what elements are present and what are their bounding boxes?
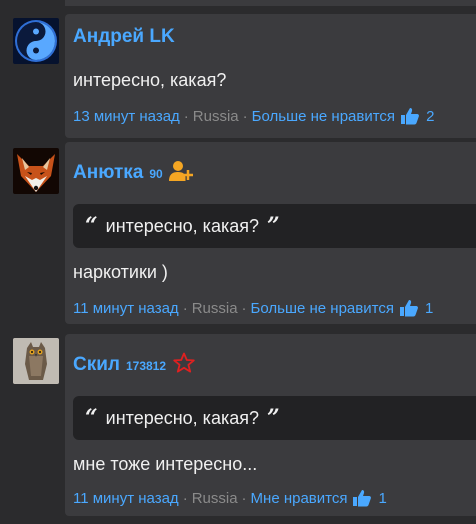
like-toggle-link[interactable]: Больше не нравится [252, 108, 395, 125]
author-score: 173812 [125, 359, 167, 373]
author-score: 90 [149, 167, 163, 181]
like-count: 2 [426, 107, 435, 125]
comment-card: Анютка 90 “ интересно, какая? ” наркотик… [65, 142, 476, 324]
comment-card: Скил 173812 “ интересно, какая? ” мне то… [65, 334, 476, 516]
timestamp-link[interactable]: 13 минут назад [73, 108, 180, 125]
separator: · [182, 299, 188, 317]
comment-meta: 11 минут назад · Russia · Больше не нрав… [73, 299, 433, 317]
quote-text: интересно, какая? [105, 407, 259, 428]
open-quote-icon: “ [85, 405, 98, 431]
comment-text: интересно, какая? [73, 70, 227, 90]
fox-icon [13, 148, 59, 194]
quoted-comment: “ интересно, какая? ” [73, 396, 476, 440]
comment-card: Андрей LK интересно, какая? 13 минут наз… [65, 14, 476, 138]
like-count: 1 [378, 489, 387, 507]
separator: · [182, 489, 188, 507]
separator: · [241, 299, 247, 317]
avatar[interactable] [13, 338, 59, 384]
country-label: Russia [191, 489, 238, 507]
like-count: 1 [424, 299, 434, 317]
avatar[interactable] [13, 18, 59, 64]
quoted-comment: “ интересно, какая? ” [73, 204, 476, 248]
comment-text: мне тоже интересно... [73, 454, 258, 474]
thumbs-up-icon[interactable] [399, 299, 419, 317]
author-name[interactable]: Анютка [73, 162, 143, 184]
timestamp-link[interactable]: 11 минут назад [73, 490, 179, 507]
avatar[interactable] [13, 148, 59, 194]
open-quote-icon: “ [85, 213, 98, 239]
author-name[interactable]: Скил [73, 354, 120, 376]
separator: · [183, 107, 189, 125]
country-label: Russia [192, 107, 239, 125]
close-quote-icon: ” [267, 405, 280, 431]
comment-meta: 11 минут назад · Russia · Мне нравится 1 [73, 489, 387, 507]
like-toggle-link[interactable]: Больше не нравится [251, 300, 394, 317]
separator: · [242, 107, 248, 125]
yin-yang-icon [13, 18, 59, 64]
separator: · [241, 489, 247, 507]
owl-icon [13, 338, 59, 384]
author-name[interactable]: Андрей LK [73, 26, 175, 48]
comment-meta: 13 минут назад · Russia · Больше не нрав… [73, 107, 434, 125]
comment-text: наркотики ) [73, 262, 168, 282]
previous-comment-card-edge [65, 0, 476, 6]
star-outline-icon[interactable] [172, 352, 196, 374]
thumbs-up-icon[interactable] [352, 489, 372, 507]
add-friend-icon[interactable] [168, 160, 193, 182]
timestamp-link[interactable]: 11 минут назад [73, 300, 179, 317]
close-quote-icon: ” [267, 213, 280, 239]
like-toggle-link[interactable]: Мне нравится [251, 490, 348, 507]
thumbs-up-icon[interactable] [400, 107, 420, 125]
quote-text: интересно, какая? [105, 215, 259, 236]
country-label: Russia [191, 299, 238, 317]
